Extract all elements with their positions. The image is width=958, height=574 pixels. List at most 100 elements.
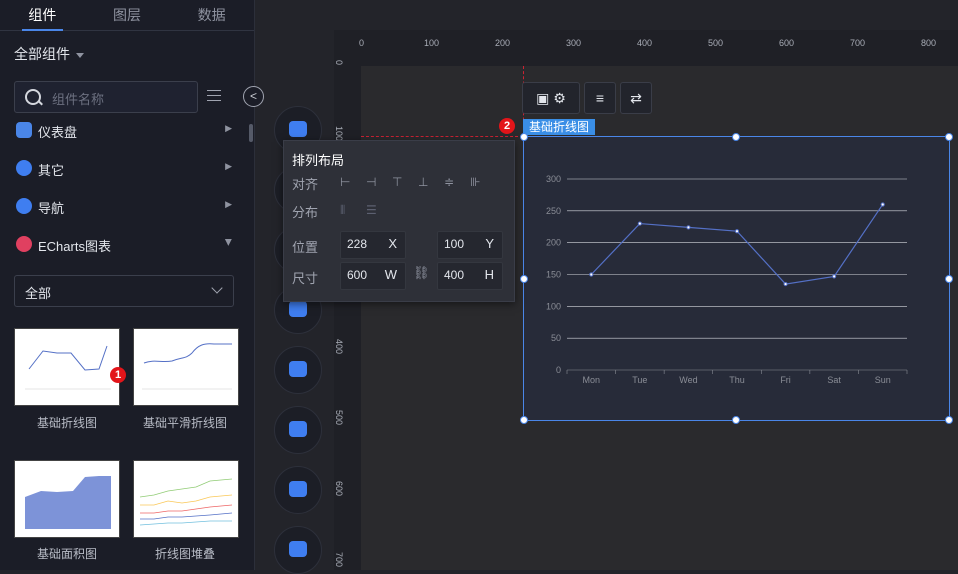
category-label: ECharts图表 bbox=[38, 239, 111, 254]
align-middle-icon[interactable]: ≑ bbox=[444, 175, 454, 189]
ruler-label: 0 bbox=[359, 38, 365, 48]
ruler-label: 100 bbox=[334, 126, 344, 142]
y-tick-label: 300 bbox=[546, 174, 561, 184]
data-point bbox=[880, 202, 885, 207]
search-placeholder: 组件名称 bbox=[52, 92, 105, 107]
y-tick-label: 250 bbox=[546, 206, 561, 216]
width-input[interactable]: 600 W bbox=[340, 262, 406, 290]
resize-handle[interactable] bbox=[520, 416, 528, 424]
search-input[interactable]: 组件名称 bbox=[14, 81, 198, 113]
x-tick-label: Tue bbox=[632, 375, 647, 385]
y-input[interactable]: 100 Y bbox=[437, 231, 503, 259]
ruler-label: 300 bbox=[566, 38, 582, 48]
resize-handle[interactable] bbox=[945, 133, 953, 141]
distribute-vertical-icon[interactable]: ☰ bbox=[366, 203, 377, 217]
guide-line-horizontal bbox=[361, 136, 523, 137]
arrow-down-icon: ▶ bbox=[224, 239, 235, 246]
category-label: 其它 bbox=[38, 163, 65, 178]
data-source-button[interactable]: ≡ bbox=[584, 82, 616, 114]
interaction-button[interactable]: ⇄ bbox=[620, 82, 652, 114]
height-input[interactable]: 400 H bbox=[437, 262, 503, 290]
arrow-right-icon: ▶ bbox=[225, 199, 232, 209]
card-smooth-line[interactable] bbox=[133, 328, 239, 406]
filter-select[interactable]: 全部 bbox=[14, 275, 234, 307]
resize-handle[interactable] bbox=[945, 275, 953, 283]
x-tick-label: Mon bbox=[583, 375, 601, 385]
category-label: 导航 bbox=[38, 201, 65, 216]
echarts-icon bbox=[16, 236, 32, 252]
component-panel: 组件 图层 数据 全部组件 组件名称 仪表盘 ▶ 其它 ▶ 导航 ▶ EChar… bbox=[0, 0, 255, 570]
collapse-panel-button[interactable]: < bbox=[243, 86, 264, 107]
tab-layers[interactable]: 图层 bbox=[85, 0, 170, 30]
x-tick-label: Thu bbox=[729, 375, 745, 385]
category-navigation[interactable]: 导航 ▶ bbox=[14, 196, 236, 216]
link-icon[interactable]: ⛓ bbox=[413, 265, 430, 281]
ruler-label: 800 bbox=[921, 38, 937, 48]
align-top-icon[interactable]: ⊤ bbox=[392, 175, 402, 189]
data-point bbox=[832, 274, 837, 279]
cloud-widget-icon[interactable] bbox=[274, 406, 322, 454]
resize-handle[interactable] bbox=[732, 133, 740, 141]
gear-widget-icon[interactable] bbox=[274, 346, 322, 394]
x-input[interactable]: 228 X bbox=[340, 231, 406, 259]
align-left-icon[interactable]: ⊢ bbox=[340, 175, 350, 189]
align-bottom-icon[interactable]: ⊥ bbox=[418, 175, 428, 189]
database-icon: ≡ bbox=[595, 90, 605, 106]
tab-components[interactable]: 组件 bbox=[0, 0, 85, 31]
link-icon: ⇄ bbox=[630, 90, 642, 106]
tab-data[interactable]: 数据 bbox=[169, 0, 254, 30]
navigation-widget-icon[interactable] bbox=[274, 526, 322, 574]
ruler-label: 700 bbox=[334, 552, 344, 568]
y-unit: Y bbox=[485, 236, 494, 251]
align-label: 对齐 bbox=[292, 177, 319, 192]
align-right-icon[interactable]: ⊣ bbox=[366, 175, 376, 189]
height-unit: H bbox=[484, 267, 494, 282]
align-center-icon[interactable]: ⊪ bbox=[470, 175, 480, 189]
category-dashboard[interactable]: 仪表盘 ▶ bbox=[14, 120, 236, 140]
scrollbar[interactable] bbox=[249, 124, 253, 142]
card-basic-area[interactable] bbox=[14, 460, 120, 538]
category-echarts[interactable]: ECharts图表 ▶ bbox=[14, 234, 236, 254]
arrow-right-icon: ▶ bbox=[225, 123, 232, 133]
y-tick-label: 100 bbox=[546, 301, 561, 311]
image-icon: ▣ bbox=[536, 90, 550, 106]
smooth-line-thumbnail bbox=[142, 343, 232, 390]
caret-down-icon bbox=[76, 52, 84, 58]
card-label: 折线图堆叠 bbox=[154, 547, 215, 561]
line-chart-component[interactable]: 0 50 100 150 200 250 300 Mon Tue Wed Thu Fri Sat Sun bbox=[523, 136, 950, 421]
chat-widget-icon[interactable] bbox=[274, 466, 322, 514]
resize-handle[interactable] bbox=[945, 416, 953, 424]
distribute-horizontal-icon[interactable]: ⦀ bbox=[340, 203, 345, 218]
data-point bbox=[637, 221, 642, 226]
navigation-icon bbox=[16, 198, 32, 214]
x-unit: X bbox=[388, 236, 397, 251]
sort-icon[interactable] bbox=[207, 88, 221, 104]
resize-handle[interactable] bbox=[732, 416, 740, 424]
card-stacked-line[interactable] bbox=[133, 460, 239, 538]
data-point bbox=[589, 272, 594, 277]
card-basic-line[interactable] bbox=[14, 328, 120, 406]
resize-handle[interactable] bbox=[520, 133, 528, 141]
x-tick-label: Sat bbox=[827, 375, 841, 385]
horizontal-ruler: 0 100 200 300 400 500 600 700 800 bbox=[334, 30, 958, 66]
arrow-right-icon: ▶ bbox=[225, 161, 232, 171]
ruler-label: 600 bbox=[334, 481, 344, 497]
cloud-icon bbox=[16, 160, 32, 176]
category-other[interactable]: 其它 ▶ bbox=[14, 158, 236, 178]
image-tools-button[interactable]: ▣ ⚙ bbox=[522, 82, 580, 114]
stacked-line-thumbnail bbox=[139, 478, 233, 526]
all-components-dropdown[interactable]: 全部组件 bbox=[14, 44, 84, 64]
card-label: 基础折线图 bbox=[36, 416, 97, 430]
position-label: 位置 bbox=[292, 240, 319, 255]
layout-popup: 排列布局 对齐 ⊢ ⊣ ⊤ ⊥ ≑ ⊪ 分布 ⦀ ☰ 位置 228 X 100 Y … bbox=[283, 140, 515, 302]
basic-area-thumbnail bbox=[25, 476, 111, 529]
image-settings-icon: ⚙ bbox=[553, 90, 566, 106]
x-tick-label: Fri bbox=[780, 375, 791, 385]
y-tick-label: 200 bbox=[546, 238, 561, 248]
width-unit: W bbox=[384, 267, 397, 282]
data-point bbox=[734, 229, 740, 234]
resize-handle[interactable] bbox=[520, 275, 528, 283]
x-tick-label: Sun bbox=[875, 375, 891, 385]
category-label: 仪表盘 bbox=[38, 125, 78, 140]
ruler-label: 200 bbox=[495, 38, 511, 48]
